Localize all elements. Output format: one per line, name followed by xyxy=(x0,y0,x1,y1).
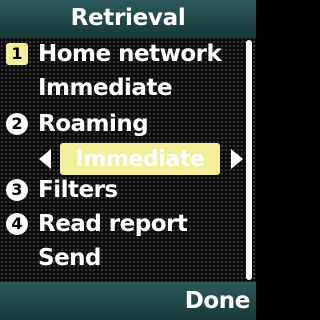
number-badge-2: 2 xyxy=(6,113,28,135)
roaming-selector[interactable]: Immediate xyxy=(38,142,244,176)
arrow-right-icon[interactable] xyxy=(231,149,243,169)
softkey-bar: Done xyxy=(0,282,256,320)
scrollbar[interactable] xyxy=(246,40,252,280)
phone-screen: Retrieval 1 Home network Immediate 2 Roa… xyxy=(0,0,256,320)
filters-label: Filters xyxy=(38,177,118,203)
roaming-label: Roaming xyxy=(38,111,149,137)
roaming-value-text: Immediate xyxy=(75,146,205,172)
home-network-value: Immediate xyxy=(38,71,173,105)
menu-item-roaming[interactable]: 2 Roaming xyxy=(6,107,149,141)
menu-item-read-report[interactable]: 4 Read report xyxy=(6,207,188,241)
roaming-value-box[interactable]: Immediate xyxy=(60,143,220,175)
number-badge-3: 3 xyxy=(6,179,28,201)
read-report-label: Read report xyxy=(38,211,188,237)
done-softkey[interactable]: Done xyxy=(185,286,251,316)
title-bar: Retrieval xyxy=(0,0,256,38)
number-badge-4: 4 xyxy=(6,213,28,235)
read-report-value: Send xyxy=(38,241,102,275)
arrow-left-icon[interactable] xyxy=(39,149,51,169)
home-network-value-text: Immediate xyxy=(38,75,173,101)
home-network-label: Home network xyxy=(38,41,222,67)
menu-item-filters[interactable]: 3 Filters xyxy=(6,173,118,207)
read-report-value-text: Send xyxy=(38,245,102,271)
number-badge-1: 1 xyxy=(6,43,28,65)
menu-item-home-network[interactable]: 1 Home network xyxy=(6,37,222,71)
page-title: Retrieval xyxy=(70,5,186,31)
